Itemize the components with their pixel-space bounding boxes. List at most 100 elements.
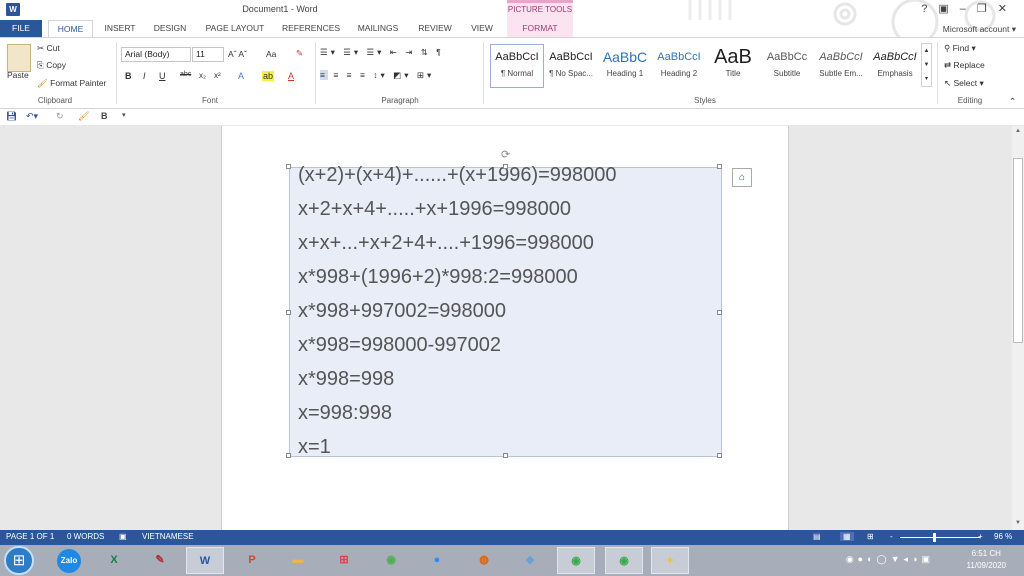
highlight-icon[interactable]: ab xyxy=(262,71,275,81)
zalo-taskbar-icon[interactable]: Zalo xyxy=(50,547,88,574)
clipboard-icon[interactable] xyxy=(7,44,31,72)
account-menu[interactable]: Microsoft account ▾ xyxy=(943,24,1016,35)
replace-button[interactable]: ⇄ Replace xyxy=(944,60,985,71)
bold-icon[interactable]: B xyxy=(101,111,108,121)
font-color-icon[interactable]: A xyxy=(288,71,294,81)
start-button[interactable]: ⊞ xyxy=(4,546,34,575)
customize-qat-icon[interactable]: ▾ xyxy=(122,111,126,119)
format-painter-icon[interactable]: 🖌 xyxy=(78,111,89,122)
rotate-handle-icon[interactable]: ⟳ xyxy=(501,148,510,161)
zoom-out-button[interactable]: - xyxy=(890,532,893,541)
font-size-select[interactable]: 11 xyxy=(192,47,224,62)
resize-handle[interactable] xyxy=(503,164,508,169)
find-button[interactable]: ⚲ Find ▾ xyxy=(944,43,976,54)
close-button[interactable]: ✕ xyxy=(998,3,1018,15)
tab-file[interactable]: FILE xyxy=(0,20,42,37)
word-count[interactable]: 0 WORDS xyxy=(67,532,104,541)
excel-taskbar-icon[interactable]: X xyxy=(95,547,133,574)
tab-page-layout[interactable]: PAGE LAYOUT xyxy=(200,20,270,37)
word-taskbar-icon[interactable]: W xyxy=(186,547,224,574)
explorer-taskbar-icon[interactable]: ▬ xyxy=(279,547,317,574)
zoom-in-button[interactable]: + xyxy=(978,532,983,541)
help-icon[interactable]: ? xyxy=(921,3,938,15)
styles-scroll[interactable]: ▲ ▼ ▾ xyxy=(921,43,932,87)
style-7[interactable]: AaBbCcI Subtle Em... xyxy=(814,44,868,88)
redo-icon[interactable]: ↻ xyxy=(56,111,64,122)
resize-handle[interactable] xyxy=(286,453,291,458)
underline-button[interactable]: U xyxy=(159,71,166,81)
undo-icon[interactable]: ↶▾ xyxy=(26,111,38,122)
app-taskbar-icon[interactable]: ◉ xyxy=(605,547,643,574)
resize-handle[interactable] xyxy=(717,164,722,169)
style-6[interactable]: AaBbCc Subtitle xyxy=(760,44,814,88)
style-2[interactable]: AaBbCcI ¶ No Spac... xyxy=(544,44,598,88)
subscript-button[interactable]: x₂ xyxy=(199,71,206,80)
app-taskbar-icon[interactable]: ◆ xyxy=(511,547,549,574)
italic-button[interactable]: I xyxy=(143,71,146,81)
collapse-ribbon-icon[interactable]: ⌃ xyxy=(1009,96,1016,107)
grow-font-icon[interactable]: Aˆ Aˇ xyxy=(228,49,247,59)
style-8[interactable]: AaBbCcI Emphasis xyxy=(868,44,922,88)
web-layout-icon[interactable]: ⊞ xyxy=(867,532,874,541)
save-icon[interactable]: 💾︎ xyxy=(6,111,17,122)
layout-options-icon[interactable]: ⌂ xyxy=(732,168,752,187)
scrollbar-thumb[interactable] xyxy=(1013,158,1023,343)
ribbon-display-icon[interactable]: ▣ xyxy=(938,3,959,15)
selected-picture[interactable]: (x+2)+(x+4)+......+(x+1996)=998000 x+2+x… xyxy=(286,164,722,458)
scroll-up-icon[interactable]: ▲ xyxy=(1015,128,1021,134)
resize-handle[interactable] xyxy=(503,453,508,458)
paste-button[interactable]: Paste xyxy=(7,70,29,80)
resize-handle[interactable] xyxy=(717,453,722,458)
resize-handle[interactable] xyxy=(717,310,722,315)
powerpoint-taskbar-icon[interactable]: P xyxy=(233,547,271,574)
bold-button[interactable]: B xyxy=(125,71,132,81)
style-1[interactable]: AaBbCcI ¶ Normal xyxy=(490,44,544,88)
resize-handle[interactable] xyxy=(286,310,291,315)
tab-insert[interactable]: INSERT xyxy=(98,20,142,37)
print-layout-icon[interactable]: ▦ xyxy=(840,532,854,541)
tab-view[interactable]: VIEW xyxy=(463,20,501,37)
format-painter-button[interactable]: 🖌 Format Painter xyxy=(37,78,106,89)
text-effects-icon[interactable]: A xyxy=(238,71,244,81)
clear-formatting-icon[interactable]: ✎ xyxy=(296,48,303,59)
style-5[interactable]: AaB Title xyxy=(706,44,760,88)
select-button[interactable]: ↖ Select ▾ xyxy=(944,78,984,89)
read-mode-icon[interactable]: ▤ xyxy=(813,532,821,541)
app-taskbar-icon[interactable]: ◉ xyxy=(557,547,595,574)
proofing-icon[interactable]: ▣ xyxy=(119,532,127,541)
tab-mailings[interactable]: MAILINGS xyxy=(350,20,406,37)
system-tray-icons[interactable]: ◉●◐◯▼◂◑▣ xyxy=(846,554,934,565)
copy-button[interactable]: ⎘ Copy xyxy=(37,60,66,71)
app-taskbar-icon[interactable]: ⊞ xyxy=(325,547,363,574)
page-count[interactable]: PAGE 1 OF 1 xyxy=(6,532,54,541)
minimize-button[interactable]: – xyxy=(960,3,977,15)
tab-review[interactable]: REVIEW xyxy=(412,20,458,37)
zoom-slider[interactable] xyxy=(900,537,980,538)
tab-home[interactable]: HOME xyxy=(48,20,93,37)
tab-references[interactable]: REFERENCES xyxy=(278,20,344,37)
align-left-icon[interactable]: ≡ xyxy=(320,70,328,80)
list-buttons[interactable]: ☰▾ ☰▾ ☰▾ ⇤ ⇥ ⇅ ¶ xyxy=(320,47,444,58)
scroll-down-icon[interactable]: ▼ xyxy=(1015,520,1021,526)
tab-format[interactable]: FORMAT xyxy=(510,20,570,37)
alignment-buttons[interactable]: ≡ ≡ ≡ ≡ ↕▾ ◩▾ ⊞▾ xyxy=(320,70,434,81)
font-name-select[interactable]: Arial (Body) xyxy=(121,47,191,62)
paint-taskbar-icon[interactable]: ✎ xyxy=(141,547,179,574)
firefox-taskbar-icon[interactable]: ◍ xyxy=(465,547,503,574)
clock[interactable]: 6:51 CH 11/09/2020 xyxy=(967,548,1006,572)
strikethrough-button[interactable]: abc xyxy=(180,71,191,78)
style-4[interactable]: AaBbCcI Heading 2 xyxy=(652,44,706,88)
app-taskbar-icon[interactable]: ◉ xyxy=(372,547,410,574)
change-case-button[interactable]: Aa xyxy=(266,49,276,59)
resize-handle[interactable] xyxy=(286,164,291,169)
restore-button[interactable]: ❐ xyxy=(977,3,998,15)
style-3[interactable]: AaBbC Heading 1 xyxy=(598,44,652,88)
app-taskbar-icon[interactable]: ✦ xyxy=(651,547,689,574)
zoom-slider-thumb[interactable] xyxy=(933,533,936,542)
zoom-level[interactable]: 96 % xyxy=(994,532,1012,541)
cut-button[interactable]: ✂ Cut xyxy=(37,43,60,54)
zoom-taskbar-icon[interactable]: ● xyxy=(418,547,456,574)
language-indicator[interactable]: VIETNAMESE xyxy=(142,532,194,541)
tab-design[interactable]: DESIGN xyxy=(148,20,192,37)
superscript-button[interactable]: x² xyxy=(214,71,221,80)
